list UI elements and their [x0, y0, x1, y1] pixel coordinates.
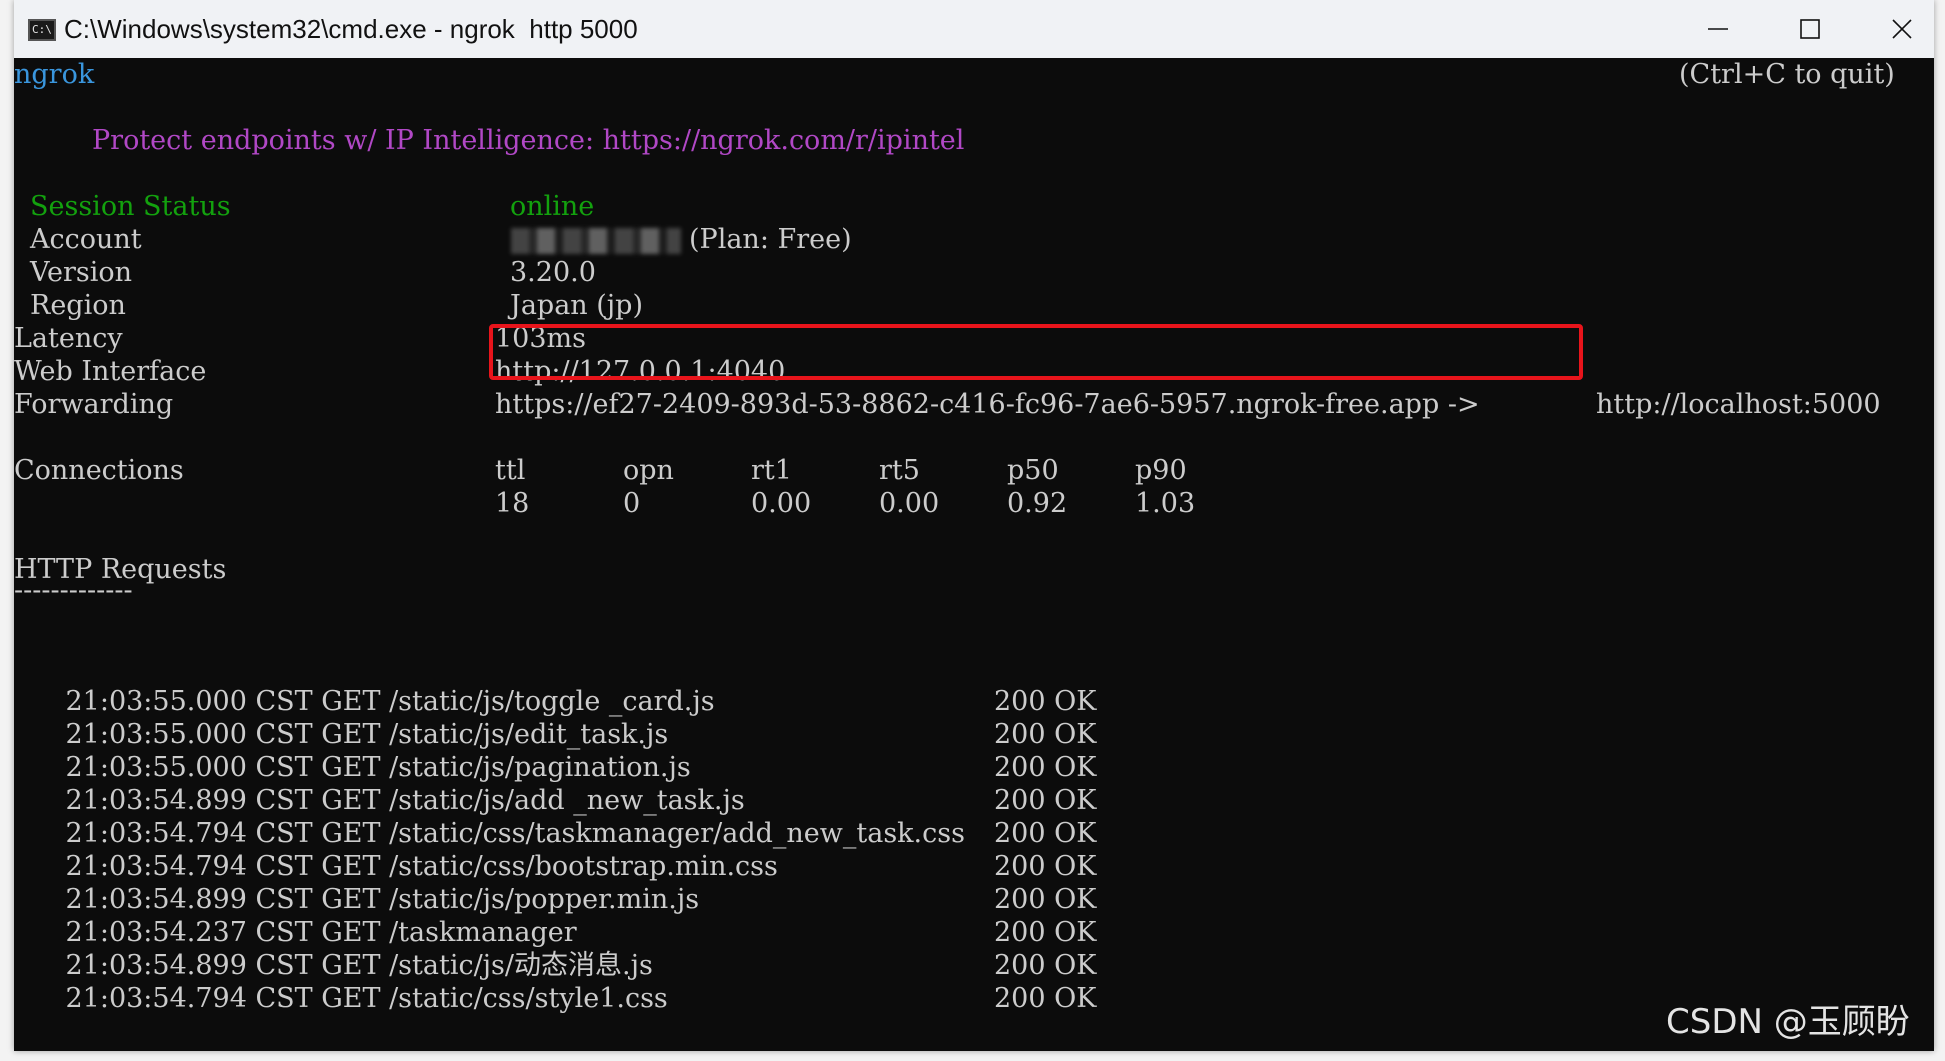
cmd-window: C:\ C:\Windows\system32\cmd.exe - ngrok …: [14, 0, 1934, 1051]
session-status-label: Session Status: [30, 191, 231, 222]
maximize-button[interactable]: [1764, 0, 1856, 58]
conn-header-p50: p50: [1007, 455, 1059, 486]
region-value: Japan (jp): [510, 290, 643, 321]
conn-header-p90: p90: [1135, 455, 1187, 486]
request-status: 200 OK: [994, 785, 1097, 816]
conn-value-p90: 1.03: [1135, 488, 1196, 519]
request-entry: 21:03:54.794 CST GET /static/css/style1.…: [65, 983, 668, 1014]
conn-value-p50: 0.92: [1007, 488, 1068, 519]
minimize-icon: [1708, 28, 1728, 30]
web-interface-label: Web Interface: [14, 356, 207, 387]
request-status: 200 OK: [994, 818, 1097, 849]
conn-header-rt5: rt5: [879, 455, 920, 486]
request-status: 200 OK: [994, 884, 1097, 915]
session-status-value: online: [510, 191, 595, 222]
forwarding-local-url[interactable]: http://localhost:5000: [1596, 388, 1881, 421]
cmd-icon: C:\: [28, 19, 56, 41]
conn-header-rt1: rt1: [751, 455, 792, 486]
request-status: 200 OK: [994, 752, 1097, 783]
conn-value-ttl: 18: [495, 488, 530, 519]
request-status: 200 OK: [994, 983, 1097, 1014]
conn-value-rt1: 0.00: [751, 488, 812, 519]
forwarding-label: Forwarding: [14, 389, 174, 420]
request-status: 200 OK: [994, 686, 1097, 717]
close-button[interactable]: [1856, 0, 1934, 58]
terminal-output[interactable]: ngrok (Ctrl+C to quit) Protect endpoints…: [14, 58, 1934, 1051]
latency-label: Latency: [14, 323, 123, 354]
conn-value-opn: 0: [623, 488, 641, 519]
conn-header-ttl: ttl: [495, 455, 526, 486]
promo-message: Protect endpoints w/ IP Intelligence: ht…: [92, 125, 965, 156]
app-name: ngrok: [14, 59, 95, 90]
minimize-button[interactable]: [1672, 0, 1764, 58]
title-bar[interactable]: C:\ C:\Windows\system32\cmd.exe - ngrok …: [14, 0, 1934, 58]
request-status: 200 OK: [994, 917, 1097, 948]
request-status: 200 OK: [994, 950, 1097, 981]
connections-label: Connections: [14, 455, 184, 486]
conn-header-opn: opn: [623, 455, 674, 486]
request-status: 200 OK: [994, 719, 1097, 750]
region-label: Region: [30, 290, 126, 321]
http-requests-rule: -------------: [14, 575, 133, 606]
account-name-redacted: [511, 228, 681, 254]
quit-hint: (Ctrl+C to quit): [1679, 59, 1895, 90]
conn-value-rt5: 0.00: [879, 488, 940, 519]
window-title: C:\Windows\system32\cmd.exe - ngrok http…: [64, 14, 638, 44]
close-icon: [1892, 19, 1912, 39]
version-value: 3.20.0: [510, 257, 596, 288]
request-row: 21:03:54.794 CST GET /static/css/style1.…: [14, 949, 1097, 1048]
maximize-icon: [1800, 19, 1820, 39]
request-status: 200 OK: [994, 851, 1097, 882]
forwarding-public-url[interactable]: https://ef27-2409-893d-53-8862-c416-fc96…: [495, 388, 1480, 421]
version-label: Version: [30, 257, 133, 288]
forwarding-highlight-box: [489, 324, 1583, 380]
account-label: Account: [30, 224, 142, 255]
account-plan: (Plan: Free): [689, 224, 852, 255]
csdn-watermark: CSDN @玉顾盼: [1666, 1002, 1910, 1042]
